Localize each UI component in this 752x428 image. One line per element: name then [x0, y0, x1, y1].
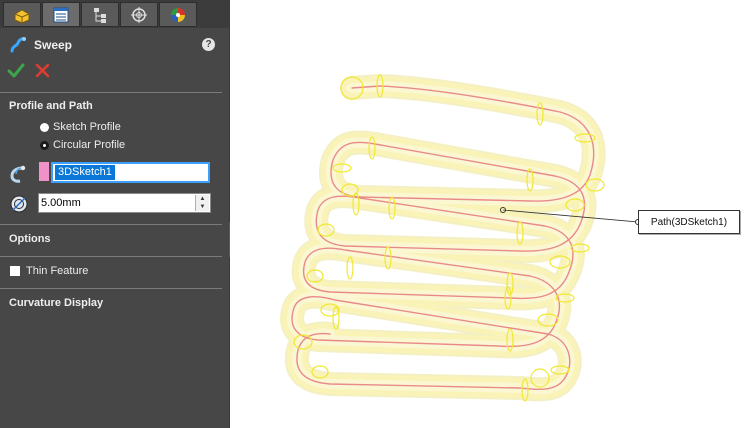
feature-title-row: Sweep ? — [0, 34, 229, 56]
configurationmanager-tab[interactable] — [81, 2, 119, 27]
circular-profile-option[interactable]: Circular Profile — [40, 138, 125, 152]
diameter-icon — [10, 195, 28, 213]
thin-feature-checkbox[interactable] — [10, 266, 20, 276]
property-list-icon — [53, 7, 69, 22]
diameter-input[interactable]: 5.00mm ▲ ▼ — [38, 193, 211, 213]
profile-and-path-heading[interactable]: Profile and Path — [9, 100, 93, 112]
property-manager-panel: Sweep ? Profile and Path Sketch Profile … — [0, 0, 229, 428]
crosshair-icon — [131, 6, 147, 23]
circular-profile-radio[interactable] — [40, 140, 49, 150]
separator — [0, 256, 222, 257]
feature-title: Sweep — [34, 38, 73, 52]
display-manager-tab[interactable] — [159, 2, 197, 27]
tree-icon — [94, 7, 106, 23]
sketch-profile-radio[interactable] — [40, 122, 49, 132]
path-callout-label: Path(3DSketch1) — [650, 216, 728, 228]
sketch-profile-option[interactable]: Sketch Profile — [40, 120, 121, 134]
curvature-display-heading[interactable]: Curvature Display — [9, 297, 103, 309]
sketch-profile-label: Sketch Profile — [53, 121, 121, 133]
separator — [0, 224, 222, 225]
path-selection-box[interactable]: 3DSketch1 — [51, 162, 210, 183]
part-icon — [14, 8, 30, 24]
thin-feature-label: Thin Feature — [26, 265, 89, 277]
path-selection-icon — [10, 165, 26, 183]
cancel-x-icon[interactable] — [35, 63, 50, 78]
ok-check-icon[interactable] — [7, 62, 25, 80]
path-callout[interactable]: Path(3DSketch1) — [638, 210, 740, 234]
dimxpert-tab[interactable] — [120, 2, 158, 27]
path-selection-value: 3DSketch1 — [55, 165, 115, 180]
thin-feature-option[interactable]: Thin Feature — [10, 265, 88, 277]
spin-down-icon[interactable]: ▼ — [196, 203, 209, 211]
help-icon[interactable]: ? — [202, 38, 215, 51]
options-heading[interactable]: Options — [9, 233, 51, 245]
featuremanager-tab[interactable] — [3, 2, 41, 27]
circular-profile-label: Circular Profile — [53, 139, 126, 151]
separator — [0, 288, 222, 289]
propertymanager-tab[interactable] — [42, 2, 80, 27]
sweep-icon — [10, 37, 26, 53]
appearance-icon — [171, 7, 185, 22]
spin-up-icon[interactable]: ▲ — [196, 195, 209, 203]
diameter-value: 5.00mm — [41, 197, 81, 209]
path-color-swatch — [39, 162, 49, 181]
manager-tabs — [0, 0, 229, 28]
diameter-spinner[interactable]: ▲ ▼ — [195, 195, 209, 211]
separator — [0, 92, 222, 93]
